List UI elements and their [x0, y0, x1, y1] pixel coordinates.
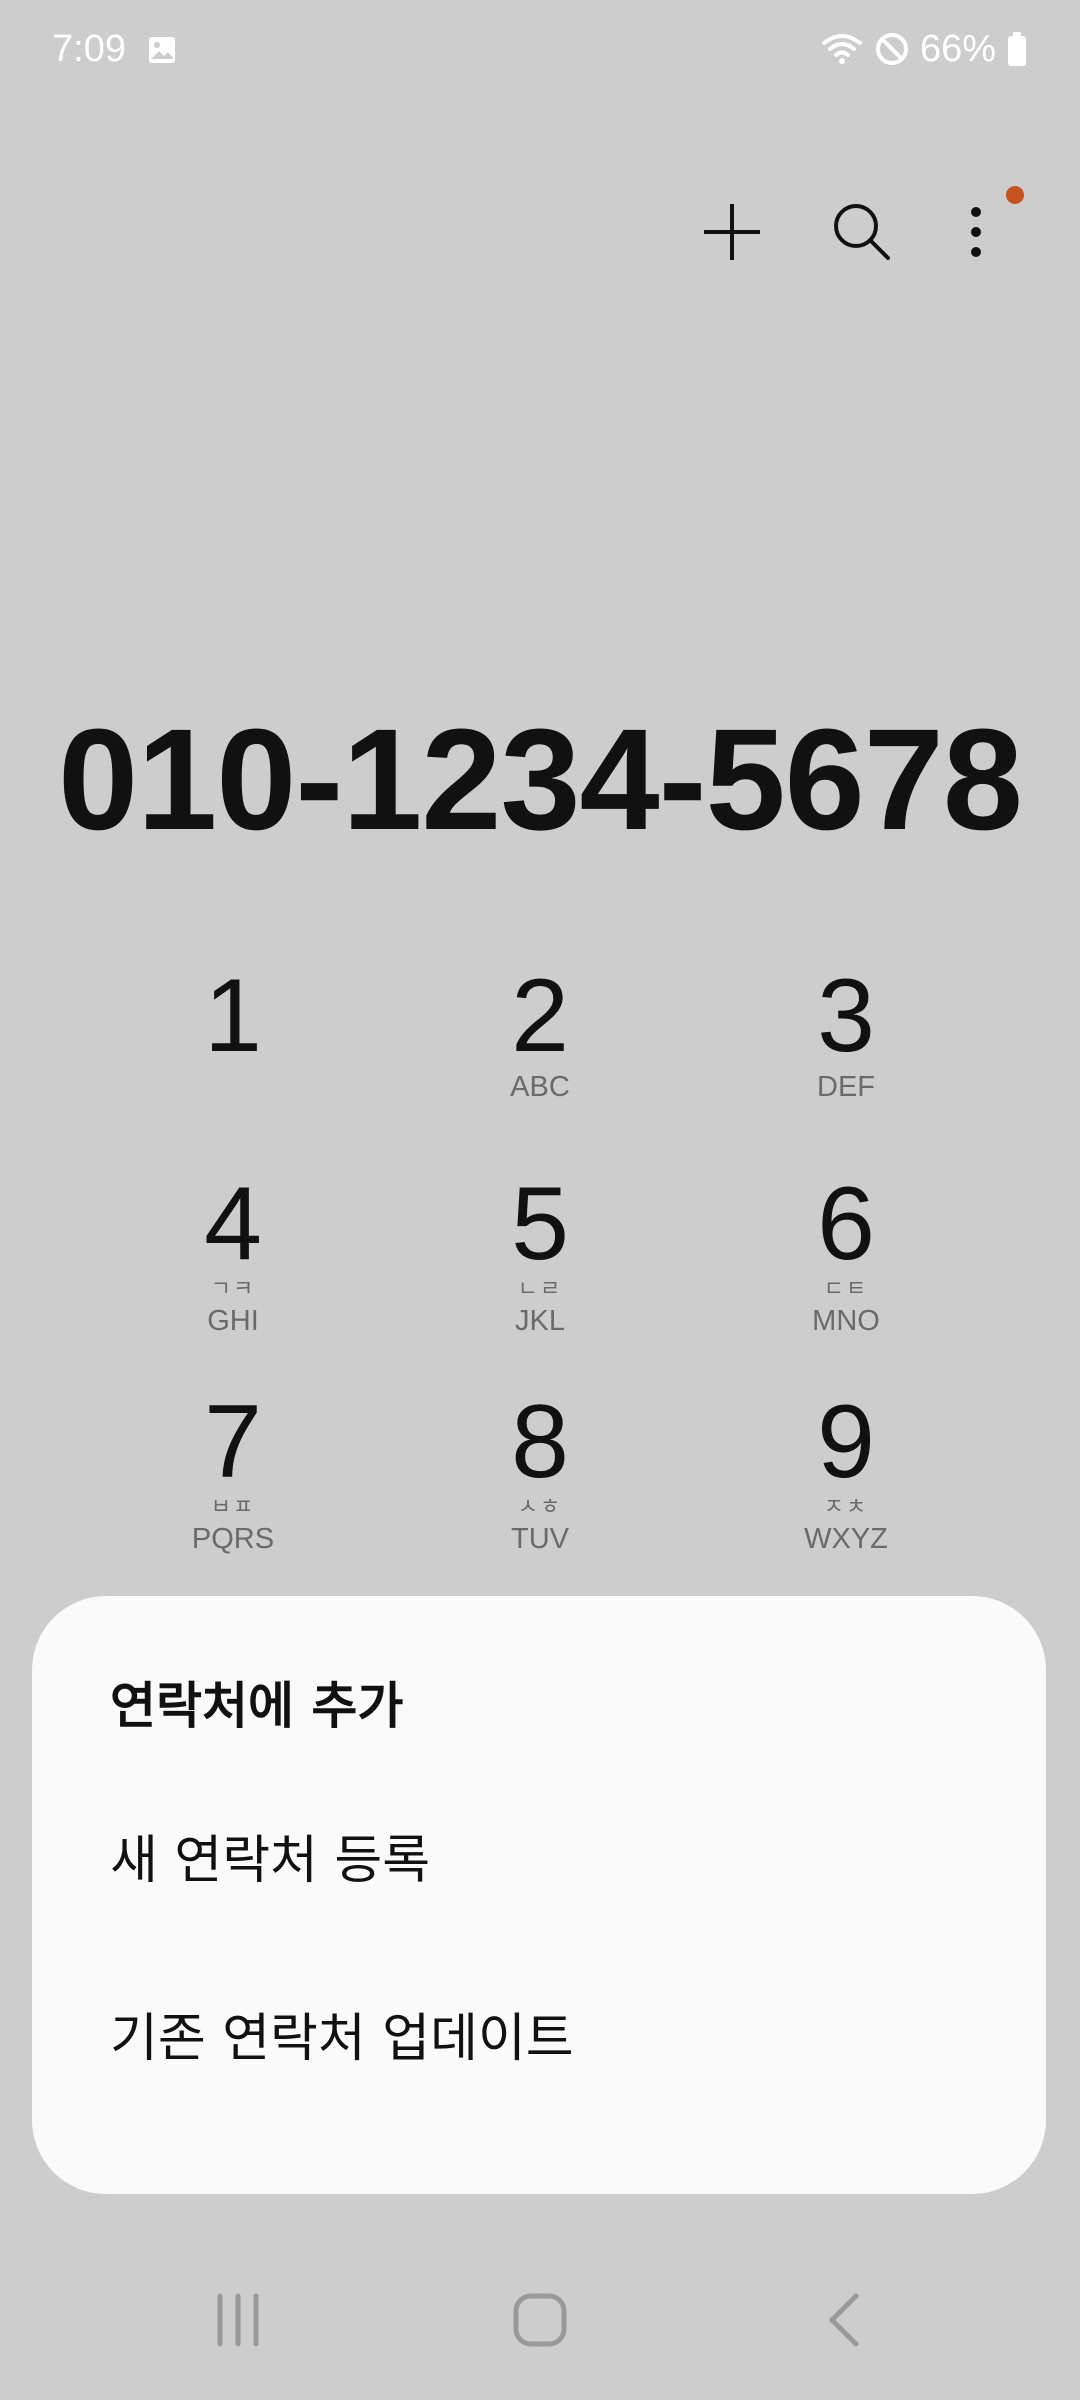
home-icon — [513, 2293, 567, 2347]
key-jamo: ㄴㄹ — [517, 1277, 563, 1302]
key-letters: DEF — [817, 1071, 875, 1103]
key-jamo: ㅂㅍ — [210, 1495, 256, 1520]
search-icon — [834, 204, 890, 260]
more-options-button[interactable] — [936, 192, 1016, 272]
dial-key-1[interactable]: 1 — [113, 964, 353, 1134]
dial-key-8[interactable]: 8 ㅅㅎ TUV — [420, 1390, 660, 1560]
key-digit: 5 — [511, 1166, 569, 1282]
key-letters: PQRS — [191, 1523, 275, 1555]
update-existing-contact-option[interactable]: 기존 연락처 업데이트 — [110, 2006, 574, 2072]
key-jamo: ㅅㅎ — [517, 1495, 563, 1520]
key-jamo: ㄷㅌ — [823, 1277, 869, 1302]
navigation-bar — [0, 2270, 1080, 2370]
dial-key-3[interactable]: 3 DEF — [726, 964, 966, 1134]
recent-apps-icon — [217, 2293, 259, 2347]
key-letters: WXYZ — [804, 1523, 888, 1555]
recent-apps-button[interactable] — [178, 2270, 298, 2370]
key-letters: GHI — [207, 1305, 259, 1337]
gallery-icon — [149, 37, 175, 63]
new-contact-option[interactable]: 새 연락처 등록 — [110, 1828, 430, 1894]
add-contact-button[interactable] — [692, 192, 772, 272]
add-icon — [704, 204, 760, 260]
key-jamo: ㅈㅊ — [823, 1495, 869, 1520]
battery-icon — [1008, 32, 1026, 66]
key-digit: 4 — [204, 1166, 262, 1282]
dial-key-6[interactable]: 6 ㄷㅌ MNO — [726, 1172, 966, 1342]
key-digit: 1 — [204, 958, 262, 1074]
key-letters: JKL — [515, 1305, 565, 1337]
wifi-icon — [821, 34, 862, 64]
back-button[interactable] — [784, 2270, 904, 2370]
status-time: 7:09 — [52, 28, 126, 70]
key-letters: TUV — [511, 1523, 569, 1555]
dial-key-5[interactable]: 5 ㄴㄹ JKL — [420, 1172, 660, 1342]
home-button[interactable] — [480, 2270, 600, 2370]
battery-percentage: 66% — [919, 28, 996, 70]
key-letters: MNO — [812, 1305, 880, 1337]
dial-key-4[interactable]: 4 ㄱㅋ GHI — [113, 1172, 353, 1342]
dial-key-9[interactable]: 9 ㅈㅊ WXYZ — [726, 1390, 966, 1560]
back-icon — [829, 2293, 859, 2347]
do-not-disturb-icon — [875, 33, 908, 65]
key-jamo: ㄱㅋ — [210, 1277, 256, 1302]
dial-key-2[interactable]: 2 ABC — [420, 964, 660, 1134]
sheet-title: 연락처에 추가 — [110, 1677, 404, 1735]
key-letters: ABC — [510, 1071, 570, 1103]
status-indicators: 66% — [820, 24, 1028, 74]
key-digit: 3 — [817, 958, 875, 1074]
key-digit: 9 — [817, 1384, 875, 1500]
notification-badge — [1006, 186, 1024, 204]
more-options-icon — [971, 207, 981, 257]
key-digit: 7 — [204, 1384, 262, 1500]
add-to-contacts-sheet: 연락처에 추가 새 연락처 등록 기존 연락처 업데이트 — [32, 1596, 1046, 2194]
key-digit: 8 — [511, 1384, 569, 1500]
dialed-number: 010-1234-5678 — [58, 699, 1023, 860]
search-button[interactable] — [822, 192, 902, 272]
key-digit: 2 — [511, 958, 569, 1074]
dial-key-7[interactable]: 7 ㅂㅍ PQRS — [113, 1390, 353, 1560]
key-digit: 6 — [817, 1166, 875, 1282]
status-bar: 7:09 66% — [0, 0, 1080, 100]
